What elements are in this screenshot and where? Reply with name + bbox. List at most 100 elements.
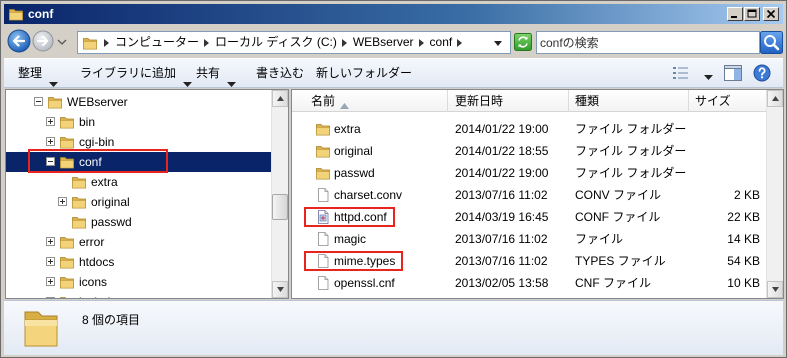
forward-button[interactable] [32, 30, 54, 52]
collapse-icon[interactable] [34, 97, 43, 106]
file-type: ファイル [575, 232, 624, 246]
expand-icon[interactable] [58, 197, 67, 206]
file-row-original[interactable]: original 2014/01/22 18:55 ファイル フォルダー [292, 140, 768, 162]
folder-icon [59, 254, 75, 270]
title-bar[interactable]: conf [4, 4, 783, 24]
history-dropdown-icon[interactable] [56, 36, 68, 46]
file-row-magic[interactable]: magic 2013/07/16 11:02 ファイル 14 KB [292, 228, 768, 250]
close-button[interactable] [763, 7, 779, 21]
file-size: 54 KB [727, 254, 760, 268]
scroll-down-button[interactable] [767, 281, 783, 298]
scroll-down-button[interactable] [272, 281, 288, 298]
file-type: ファイル フォルダー [575, 122, 687, 136]
breadcrumb-separator-icon[interactable] [455, 32, 465, 53]
expand-icon[interactable] [46, 237, 55, 246]
dropdown-caret-icon [49, 70, 59, 87]
file-size: 22 KB [727, 210, 760, 224]
breadcrumb-separator-icon[interactable] [340, 32, 350, 53]
back-button[interactable] [7, 29, 31, 53]
tree-scrollbar[interactable] [271, 90, 288, 298]
file-name-cell: original [304, 141, 381, 161]
burn-button[interactable]: 書き込む [256, 59, 304, 87]
tree-item-extra[interactable]: extra [6, 172, 271, 192]
config-file-icon [315, 209, 331, 225]
tree-item-original[interactable]: original [6, 192, 271, 212]
breadcrumb-conf[interactable]: conf [427, 32, 456, 53]
organize-button[interactable]: 整理 [18, 59, 59, 87]
expand-icon[interactable] [46, 277, 55, 286]
search-button[interactable] [760, 31, 783, 54]
help-icon[interactable] [753, 64, 771, 82]
breadcrumb-local-disk[interactable]: ローカル ディスク (C:) [212, 32, 340, 53]
breadcrumb-webserver[interactable]: WEBserver [350, 32, 417, 53]
file-row-passwd[interactable]: passwd 2014/01/22 19:00 ファイル フォルダー [292, 162, 768, 184]
expand-icon[interactable] [46, 137, 55, 146]
tree-item-label: passwd [91, 215, 132, 229]
address-dropdown-icon[interactable] [492, 37, 504, 49]
file-row-extra[interactable]: extra 2014/01/22 19:00 ファイル フォルダー [292, 118, 768, 140]
tree-item-label: cgi-bin [79, 135, 115, 149]
maximize-button[interactable] [744, 7, 760, 21]
tree-item-passwd[interactable]: passwd [6, 212, 271, 232]
tree-item-bin[interactable]: bin [6, 112, 271, 132]
scroll-up-icon [277, 96, 284, 101]
file-row-charset-conv[interactable]: charset.conv 2013/07/16 11:02 CONV ファイル 2 K… [292, 184, 768, 206]
tree-item-icons[interactable]: icons [6, 272, 271, 292]
dropdown-caret-icon [183, 70, 193, 87]
file-name-cell: charset.conv [304, 185, 410, 205]
scroll-up-button[interactable] [767, 90, 783, 107]
expand-icon[interactable] [46, 257, 55, 266]
breadcrumb-separator-icon[interactable] [202, 32, 212, 53]
expand-icon[interactable] [46, 297, 55, 298]
maximize-icon [747, 9, 757, 18]
collapse-icon[interactable] [46, 157, 55, 166]
refresh-button[interactable] [514, 33, 532, 51]
file-row-httpd-conf[interactable]: httpd.conf 2014/03/19 16:45 CONF ファイル 22 KB [292, 206, 768, 228]
tree-item-label: extra [91, 175, 118, 189]
search-input[interactable] [540, 34, 754, 51]
file-name-cell: httpd.conf [304, 207, 395, 227]
file-icon [315, 253, 331, 269]
file-name-cell: passwd [304, 163, 383, 183]
file-modified-date: 2014/03/19 16:45 [455, 210, 549, 224]
tree-item-webserver[interactable]: WEBserver [6, 92, 271, 112]
search-box[interactable] [536, 31, 760, 54]
breadcrumb-computer[interactable]: コンピューター [112, 32, 202, 53]
view-mode-dropdown-icon[interactable] [704, 70, 713, 80]
tree-item-label: conf [79, 155, 102, 169]
folder-icon [71, 174, 87, 190]
file-size [688, 118, 760, 140]
share-button[interactable]: 共有 [196, 59, 237, 87]
new-folder-button[interactable]: 新しいフォルダー [316, 59, 412, 87]
file-row-mime-types[interactable]: mime.types 2013/07/16 11:02 TYPES ファイル 54 K… [292, 250, 768, 272]
tree-item-conf[interactable]: conf [6, 149, 271, 173]
tree-item-label: bin [79, 115, 96, 129]
file-modified-date: 2013/02/05 13:58 [455, 276, 549, 290]
file-list-scrollbar[interactable] [766, 90, 783, 298]
file-row-openssl-cnf[interactable]: openssl.cnf 2013/02/05 13:58 CNF ファイル 10 KB [292, 272, 768, 294]
toolbar-button-label: 書き込む [256, 66, 305, 80]
minimize-button[interactable] [727, 7, 743, 21]
breadcrumb-separator-icon[interactable] [417, 32, 427, 53]
tree-item-htdocs[interactable]: htdocs [6, 252, 271, 272]
forward-arrow-icon [32, 30, 54, 52]
address-bar[interactable]: コンピューター ローカル ディスク (C:) WEBserver conf [77, 31, 511, 54]
scroll-up-button[interactable] [272, 90, 288, 107]
toolbar-button-label: 新しいフォルダー [316, 66, 413, 80]
add-to-library-button[interactable]: ライブラリに追加 [80, 59, 193, 87]
tree-item-error[interactable]: error [6, 232, 271, 252]
expand-icon[interactable] [46, 117, 55, 126]
view-mode-icon[interactable] [672, 66, 690, 80]
tree-item-include[interactable]: include [6, 292, 271, 298]
tree-item-cgi-bin[interactable]: cgi-bin [6, 132, 271, 152]
scroll-thumb[interactable] [272, 194, 288, 220]
file-name: charset.conv [334, 188, 403, 202]
breadcrumb-separator-icon[interactable] [102, 32, 112, 53]
folder-icon [8, 6, 24, 22]
file-size: 10 KB [727, 276, 760, 290]
refresh-icon [514, 33, 532, 51]
file-name-cell: extra [304, 119, 369, 139]
preview-pane-icon[interactable] [724, 65, 742, 81]
minimize-icon [731, 16, 737, 18]
file-size [688, 162, 760, 184]
